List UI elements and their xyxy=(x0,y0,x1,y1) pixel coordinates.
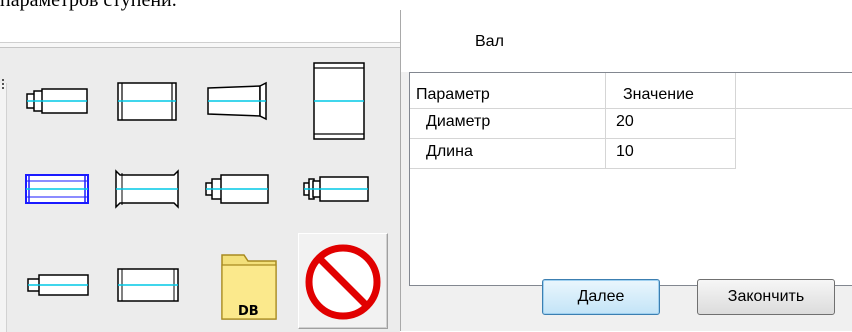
shaft-step-toolbar: DB xyxy=(0,42,400,332)
column-header-parameter[interactable]: Параметр xyxy=(410,73,606,109)
toolbar-top-edge xyxy=(0,43,400,48)
table-row-length-value[interactable]: 10 xyxy=(606,139,736,169)
dialog-header: Вал xyxy=(401,10,852,72)
shaft-plain-icon[interactable] xyxy=(104,239,190,325)
shaft-step-long-icon[interactable] xyxy=(14,239,100,325)
shaft-step-flanged-icon[interactable] xyxy=(294,143,380,229)
db-label: DB xyxy=(238,304,259,319)
column-header-value[interactable]: Значение xyxy=(606,73,736,109)
column-header-filler xyxy=(736,73,852,109)
shaft-tapered-icon[interactable] xyxy=(194,55,280,141)
toolbar-grip[interactable] xyxy=(2,79,4,93)
shaft-cylinder-icon[interactable] xyxy=(104,55,190,141)
cancel-button[interactable] xyxy=(298,233,388,329)
finish-button[interactable]: Закончить xyxy=(697,279,835,315)
next-button[interactable]: Далее xyxy=(542,279,660,315)
shaft-selected-cylinder-icon[interactable] xyxy=(14,143,100,229)
dialog-title: Вал xyxy=(475,33,504,50)
table-row-length-param: Длина xyxy=(410,139,606,169)
shaft-large-cylinder-icon[interactable] xyxy=(294,55,380,141)
cancel-icon xyxy=(305,244,381,320)
table-row-diameter-value[interactable]: 20 xyxy=(606,109,736,139)
toolbar-left-edge xyxy=(0,83,7,332)
parameters-table[interactable]: Параметр Значение Диаметр 20 Длина 10 xyxy=(409,72,852,286)
shaft-step-small-end-icon[interactable] xyxy=(14,55,100,141)
shaft-step-both-icon[interactable] xyxy=(194,143,280,229)
table-row-diameter-param: Диаметр xyxy=(410,109,606,139)
shaft-parameters-dialog: Вал Параметр Значение Диаметр 20 Длина 1… xyxy=(400,10,852,331)
instruction-text: параметров ступени. xyxy=(0,0,177,11)
database-folder-icon[interactable]: DB xyxy=(204,239,290,325)
shaft-chamfered-icon[interactable] xyxy=(104,143,190,229)
